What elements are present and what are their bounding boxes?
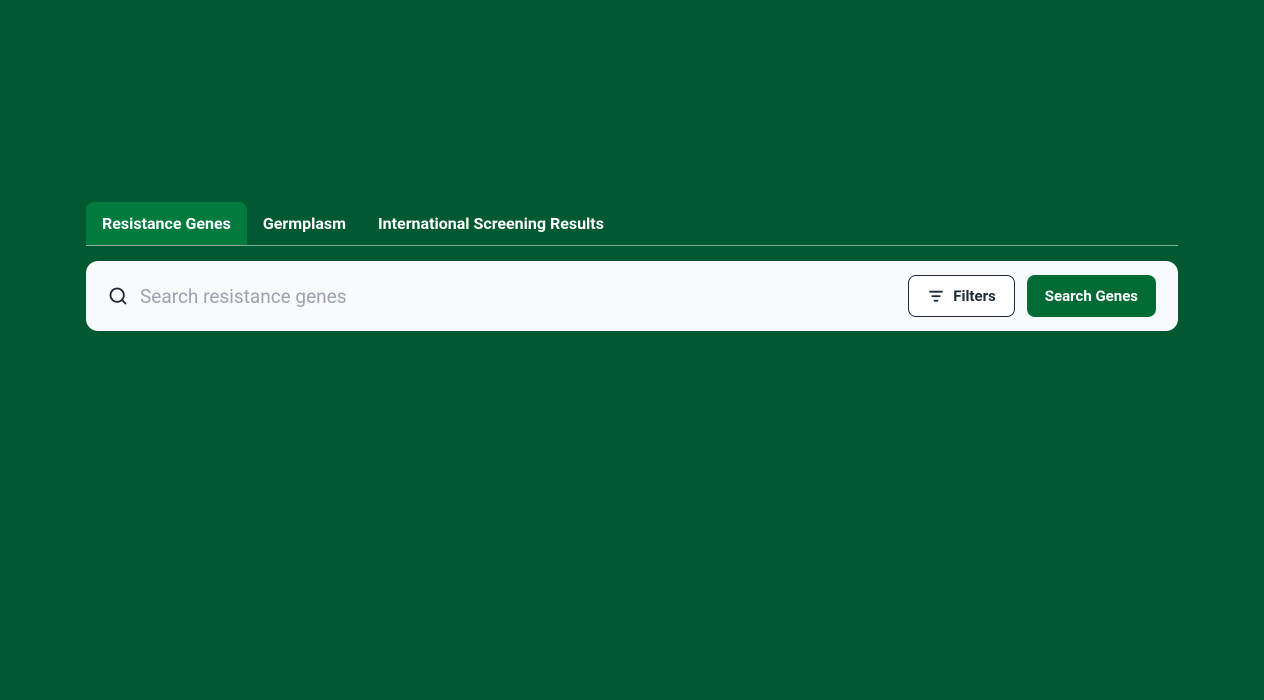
search-input[interactable] [140,285,896,308]
filters-button[interactable]: Filters [908,275,1015,317]
search-genes-button[interactable]: Search Genes [1027,275,1156,317]
search-panel: Filters Search Genes [86,261,1178,331]
tab-resistance-genes[interactable]: Resistance Genes [86,202,247,245]
filter-icon [927,287,945,305]
tab-international-screening-results[interactable]: International Screening Results [362,202,620,245]
tab-germplasm[interactable]: Germplasm [247,202,362,245]
main-container: Resistance Genes Germplasm International… [0,0,1264,331]
search-button-label: Search Genes [1045,287,1138,305]
tabs-bar: Resistance Genes Germplasm International… [86,202,1178,246]
search-icon [108,286,128,306]
filters-button-label: Filters [953,287,996,305]
